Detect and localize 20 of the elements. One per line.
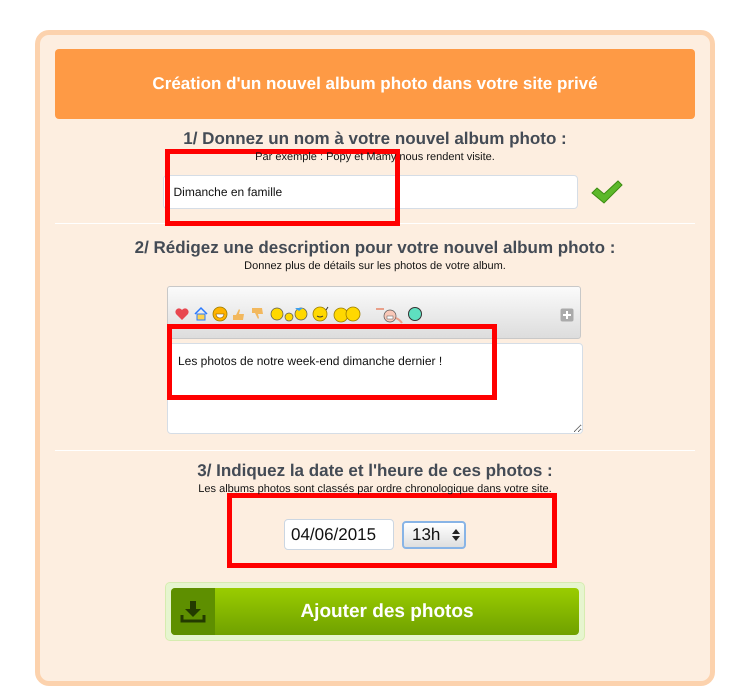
download-icon (180, 600, 206, 622)
smiley-family-icon[interactable] (269, 306, 309, 324)
section-title: 2/ Rédigez une description pour votre nouvel album photo : (134, 238, 616, 258)
pointing-grin-icon[interactable] (374, 306, 404, 324)
section-title: 1/ Donnez un nom à votre nouvel album photo : (183, 129, 567, 149)
smiley-pair-icon[interactable] (333, 306, 361, 324)
waving-smiley-icon[interactable] (312, 306, 330, 324)
section-title: 3/ Indiquez la date et l'heure de ces photos : (197, 461, 553, 481)
description-field[interactable]: Les photos de notre week-end dimanche dernier ! (167, 343, 583, 434)
field-hint: Les albums photos sont classés par ordre chronologique dans votre site. (198, 483, 552, 495)
spinner-icon (452, 528, 460, 542)
laughing-face-icon[interactable] (212, 306, 228, 324)
page-header: Création d'un nouvel album photo dans votre site privé (55, 49, 695, 119)
date-field[interactable]: 04/06/2015 (284, 519, 394, 550)
hour-select[interactable]: 13h (402, 520, 466, 548)
ball-icon[interactable] (407, 306, 423, 324)
field-hint: Donnez plus de détails sur les photos de votre album. (244, 260, 506, 272)
plus-icon[interactable] (560, 308, 574, 322)
house-icon[interactable] (193, 306, 209, 324)
album-name-field[interactable]: Dimanche en famille (162, 175, 578, 209)
